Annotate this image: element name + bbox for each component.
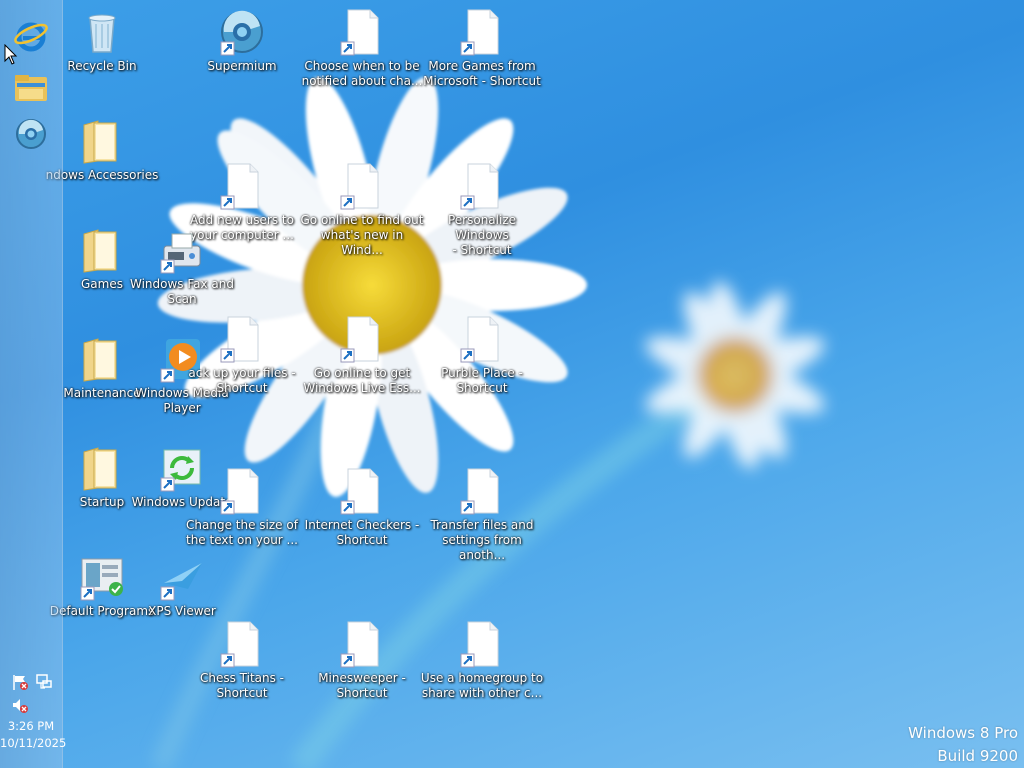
supermium-icon [16,119,46,149]
desktop-icon-transfer-files-and-settings-from-anoth[interactable]: Transfer files and settings from anoth..… [427,467,537,563]
document-shortcut-icon [338,8,386,56]
desktop-icon-go-online-to-get-windows-live-ess[interactable]: Go online to get Windows Live Ess... [303,315,421,396]
network-icon[interactable] [35,673,55,691]
desktop-icon-label: Purble Place - Shortcut [441,366,523,395]
desktop-icon-label: More Games from Microsoft - Shortcut [423,59,541,88]
desktop-icon-label: Personalize Windows - Shortcut [447,213,517,257]
action-center-flag-icon[interactable] [11,673,31,691]
build-number-watermark: Build 9200 [937,747,1018,765]
document-shortcut-icon [218,162,266,210]
clock-date[interactable]: 10/11/2025 [0,736,66,750]
desktop-icon-label: Go online to find out what's new in Wind… [300,213,424,257]
desktop-icon-label: Transfer files and settings from anoth..… [430,518,534,562]
desktop-icon-ack-up-your-files-shortcut[interactable]: ack up your files - Shortcut [187,315,297,396]
desktop-icon-label: Internet Checkers - Shortcut [304,518,420,547]
folder-icon [78,444,126,492]
desktop-icon-xps-viewer[interactable]: XPS Viewer [127,553,237,619]
desktop-icon-ndows-accessories[interactable]: ndows Accessories [46,117,158,183]
desktop-icon-use-a-homegroup-to-share-with-other-c[interactable]: Use a homegroup to share with other c... [421,620,543,701]
recycle-bin-icon [78,8,126,56]
desktop-icon-internet-checkers-shortcut[interactable]: Internet Checkers - Shortcut [305,467,419,548]
desktop-icon-label: Use a homegroup to share with other c... [420,671,544,700]
mouse-cursor-icon [4,44,18,65]
desktop-icon-minesweeper-shortcut[interactable]: Minesweeper - Shortcut [307,620,417,701]
desktop-icon-recycle-bin[interactable]: Recycle Bin [47,8,157,74]
desktop-icon-label: Minesweeper - Shortcut [318,671,406,700]
desktop-icon-label: Choose when to be notified about cha... [301,59,423,88]
document-shortcut-icon [218,467,266,515]
desktop-icon-go-online-to-find-out-what-s-new-in-wind[interactable]: Go online to find out what's new in Wind… [301,162,423,258]
document-shortcut-icon [218,315,266,363]
file-explorer-taskbar-button[interactable] [8,68,54,108]
desktop-icon-choose-when-to-be-notified-about-cha[interactable]: Choose when to be notified about cha... [302,8,422,89]
desktop-icon-personalize-windows-shortcut[interactable]: Personalize Windows - Shortcut [427,162,537,258]
document-shortcut-icon [458,620,506,668]
document-shortcut-icon [458,8,506,56]
xps-viewer-icon [158,553,206,601]
desktop-icon-label: Chess Titans - Shortcut [199,671,285,700]
document-shortcut-icon [338,315,386,363]
document-shortcut-icon [458,162,506,210]
taskbar: 3:26 PM 10/11/2025 [0,0,66,768]
volume-muted-icon[interactable] [11,697,31,715]
desktop-icon-windows-fax-and-scan[interactable]: Windows Fax and Scan [127,226,237,307]
desktop-icon-label: ack up your files - Shortcut [188,366,296,395]
document-shortcut-icon [458,315,506,363]
document-shortcut-icon [338,162,386,210]
document-shortcut-icon [338,620,386,668]
desktop-icon-more-games-from-microsoft-shortcut[interactable]: More Games from Microsoft - Shortcut [423,8,541,89]
desktop-icon-chess-titans-shortcut[interactable]: Chess Titans - Shortcut [187,620,297,701]
desktop-icon-change-the-size-of-the-text-on-your[interactable]: Change the size of the text on your ... [186,467,298,548]
document-shortcut-icon [458,467,506,515]
document-shortcut-icon [218,620,266,668]
desktop-icon-label: Windows Fax and Scan [129,277,235,306]
desktop-icon-supermium[interactable]: Supermium [187,8,297,74]
supermium-icon [218,8,266,56]
desktop-icon-label: Go online to get Windows Live Ess... [303,366,421,395]
windows-edition-watermark: Windows 8 Pro [908,724,1018,742]
folder-icon [78,335,126,383]
supermium-taskbar-button[interactable] [8,114,54,154]
folder-icon [78,117,126,165]
file-explorer-icon [15,75,47,101]
internet-explorer-icon [14,22,48,52]
folder-icon [78,226,126,274]
desktop-icon-label: XPS Viewer [148,604,216,618]
document-shortcut-icon [338,467,386,515]
desktop-icon-label: Supermium [207,59,277,73]
desktop-icon-purble-place-shortcut[interactable]: Purble Place - Shortcut [427,315,537,396]
fax-icon [158,226,206,274]
default-programs-icon [78,553,126,601]
desktop-icon-label: Change the size of the text on your ... [185,518,298,547]
clock-time[interactable]: 3:26 PM [0,719,62,733]
